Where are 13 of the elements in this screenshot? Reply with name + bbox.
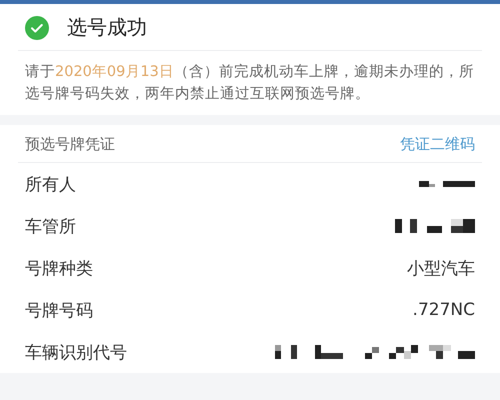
field-label: 所有人 [25, 174, 76, 196]
deadline-notice: 请于2020年09月13日（含）前完成机动车上牌，逾期未办理的，所选号牌号码失效，两年内禁止通过互联网预选号牌。 [24, 62, 475, 104]
field-label: 车管所 [25, 216, 76, 238]
field-value: 小型汽车 [407, 258, 475, 280]
success-check-icon [25, 16, 49, 40]
section-title: 预选号牌凭证 [25, 135, 115, 154]
status-title: 选号成功 [67, 14, 147, 41]
field-label: 车辆识别代号 [25, 342, 127, 364]
field-label: 号牌号码 [25, 300, 93, 322]
redacted-value [419, 181, 475, 187]
qr-code-link[interactable]: 凭证二维码 [400, 135, 475, 154]
field-value: .727NC [412, 300, 475, 320]
field-label: 号牌种类 [25, 258, 93, 280]
